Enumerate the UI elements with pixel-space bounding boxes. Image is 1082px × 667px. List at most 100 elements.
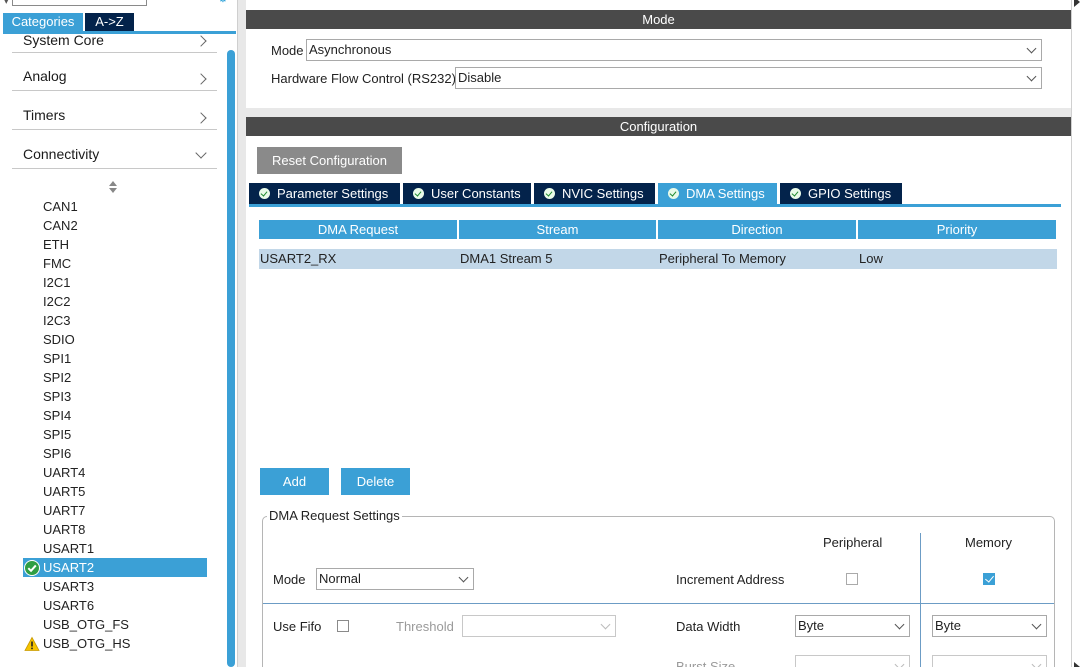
peripheral-item-can1[interactable]: CAN1 [23, 197, 207, 216]
burst-size-memory-select[interactable] [932, 655, 1047, 667]
category-label: Timers [23, 107, 66, 123]
column-header[interactable]: Priority [858, 220, 1056, 239]
category-label: Analog [23, 68, 67, 84]
peripheral-item-sdio[interactable]: SDIO [23, 330, 207, 349]
peripheral-item-fmc[interactable]: FMC [23, 254, 207, 273]
flow-control-label: Hardware Flow Control (RS232) [271, 71, 456, 86]
peripheral-label: I2C2 [43, 294, 71, 309]
category-connectivity[interactable]: Connectivity [12, 135, 217, 169]
category-label: System Core [23, 32, 104, 48]
chevron-down-icon [195, 147, 207, 159]
peripheral-item-i2c2[interactable]: I2C2 [23, 292, 207, 311]
tab-dma-settings[interactable]: DMA Settings [658, 183, 777, 204]
peripheral-item-can2[interactable]: CAN2 [23, 216, 207, 235]
peripheral-item-spi4[interactable]: SPI4 [23, 406, 207, 425]
peripheral-label: SPI1 [43, 351, 72, 366]
peripheral-item-uart7[interactable]: UART7 [23, 501, 207, 520]
category-timers[interactable]: Timers [12, 96, 217, 130]
peripheral-item-uart8[interactable]: UART8 [23, 520, 207, 539]
configuration-header: Configuration [246, 117, 1071, 136]
tab-nvic-settings[interactable]: NVIC Settings [534, 183, 655, 204]
dma-mode-select[interactable]: Normal [316, 568, 474, 590]
tab-label: NVIC Settings [562, 186, 644, 201]
peripheral-item-uart4[interactable]: UART4 [23, 463, 207, 482]
sort-icon[interactable] [108, 181, 118, 193]
peripheral-item-eth[interactable]: ETH [23, 235, 207, 254]
peripheral-item-spi3[interactable]: SPI3 [23, 387, 207, 406]
peripheral-label: USART3 [43, 579, 95, 594]
check-circle-icon [259, 188, 270, 199]
peripheral-item-uart5[interactable]: UART5 [23, 482, 207, 501]
peripheral-label: ETH [43, 237, 69, 252]
table-cell: Low [859, 251, 883, 266]
mode-panel: Mode Mode Asynchronous Hardware Flow Con… [246, 0, 1071, 108]
peripheral-label: SPI6 [43, 446, 72, 461]
peripheral-item-usart1[interactable]: USART1 [23, 539, 207, 558]
peripheral-item-spi1[interactable]: SPI1 [23, 349, 207, 368]
search-input[interactable] [12, 0, 147, 6]
chevron-down-icon [600, 619, 611, 630]
peripheral-label: SPI2 [43, 370, 72, 385]
chevron-down-icon [894, 659, 905, 667]
table-row[interactable]: USART2_RX DMA1 Stream 5 Peripheral To Me… [259, 249, 1057, 269]
delete-button[interactable]: Delete [341, 468, 410, 495]
mode-label: Mode [271, 43, 304, 58]
peripheral-label: USART6 [43, 598, 95, 613]
gear-icon[interactable]: ⚙ [218, 0, 230, 6]
peripheral-item-usart6[interactable]: USART6 [23, 596, 207, 615]
chevron-down-icon [1026, 71, 1037, 82]
tab-gpio-settings[interactable]: GPIO Settings [780, 183, 902, 204]
tab-parameter-settings[interactable]: Parameter Settings [249, 183, 400, 204]
peripheral-item-spi6[interactable]: SPI6 [23, 444, 207, 463]
threshold-select[interactable] [462, 615, 616, 637]
expand-arrow-icon[interactable] [1074, 0, 1080, 7]
category-analog[interactable]: Analog [12, 57, 217, 91]
add-button[interactable]: Add [260, 468, 329, 495]
mode-select[interactable]: Asynchronous [306, 39, 1042, 61]
dma-mode-value: Normal [319, 571, 361, 586]
threshold-label: Threshold [396, 619, 454, 634]
peripheral-item-usart2[interactable]: USART2 [23, 558, 207, 577]
data-width-memory-value: Byte [935, 618, 962, 633]
mode-label: Mode [273, 572, 306, 587]
memory-header: Memory [965, 535, 1012, 550]
tabs-underline [249, 204, 1061, 207]
peripheral-item-spi5[interactable]: SPI5 [23, 425, 207, 444]
data-width-memory-select[interactable]: Byte [932, 615, 1047, 637]
column-divider [920, 533, 921, 667]
peripheral-item-usart3[interactable]: USART3 [23, 577, 207, 596]
use-fifo-checkbox[interactable] [337, 620, 349, 632]
configuration-panel: Configuration Reset Configuration Parame… [246, 117, 1071, 667]
burst-size-label: Burst Size [676, 659, 736, 667]
peripheral-label: USART1 [43, 541, 95, 556]
scrollbar-thumb[interactable] [227, 50, 235, 667]
check-circle-icon [413, 188, 424, 199]
tab-user-constants[interactable]: User Constants [403, 183, 531, 204]
expand-arrow-icon[interactable] [1074, 662, 1080, 667]
tab-label: User Constants [431, 186, 521, 201]
peripheral-label: I2C1 [43, 275, 71, 290]
column-header[interactable]: Stream [459, 220, 656, 239]
category-system-core[interactable]: System Core [12, 19, 217, 53]
flow-control-select[interactable]: Disable [455, 67, 1042, 89]
data-width-peripheral-select[interactable]: Byte [795, 615, 910, 637]
peripheral-label: CAN1 [43, 199, 78, 214]
splitter[interactable] [238, 0, 246, 667]
increment-memory-checkbox[interactable] [983, 573, 995, 585]
collapse-arrow-icon[interactable]: ▾ [4, 0, 9, 7]
peripheral-item-usb_otg_fs[interactable]: USB_OTG_FS [23, 615, 207, 634]
burst-size-peripheral-select[interactable] [795, 655, 910, 667]
panel-gap [246, 108, 1071, 117]
peripheral-item-spi2[interactable]: SPI2 [23, 368, 207, 387]
peripheral-item-i2c3[interactable]: I2C3 [23, 311, 207, 330]
reset-configuration-button[interactable]: Reset Configuration [257, 147, 402, 174]
right-collapse-strip[interactable] [1071, 0, 1082, 667]
tab-label: DMA Settings [686, 186, 765, 201]
increment-peripheral-checkbox[interactable] [846, 573, 858, 585]
column-header[interactable]: DMA Request [259, 220, 457, 239]
peripheral-item-i2c1[interactable]: I2C1 [23, 273, 207, 292]
peripheral-item-usb_otg_hs[interactable]: USB_OTG_HS [23, 634, 207, 653]
mode-select-value: Asynchronous [309, 42, 392, 57]
column-header[interactable]: Direction [658, 220, 856, 239]
category-label: Connectivity [23, 146, 100, 162]
